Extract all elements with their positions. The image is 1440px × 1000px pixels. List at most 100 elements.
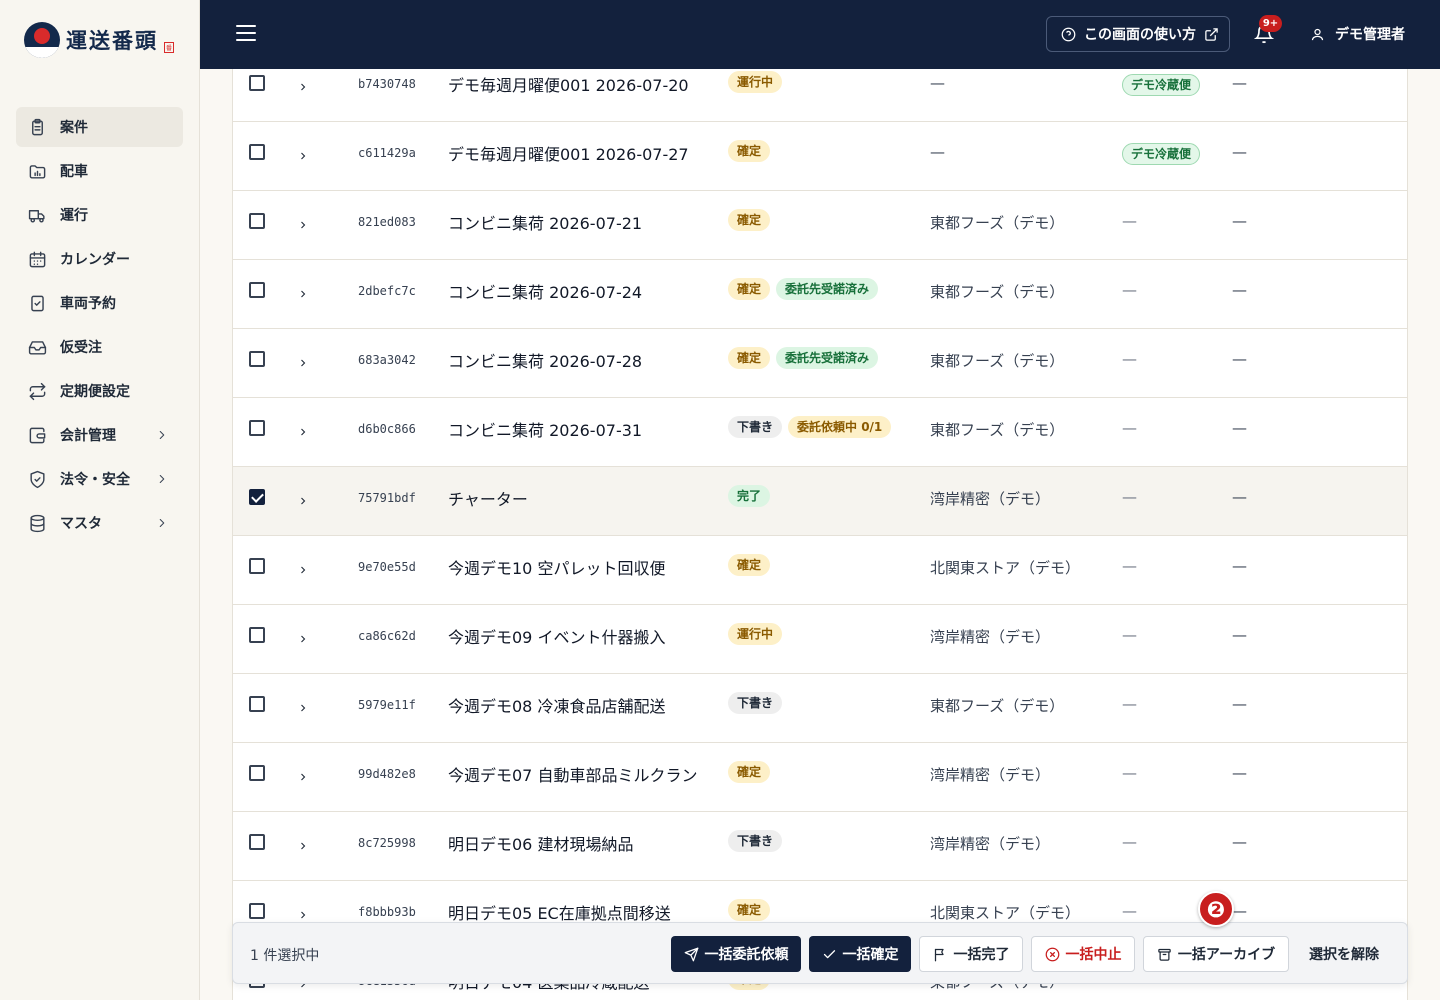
bulk-complete-button[interactable]: 一括完了 xyxy=(919,936,1023,972)
chevron-right-icon xyxy=(159,518,165,528)
row-checkbox[interactable] xyxy=(249,75,265,91)
row-checkbox[interactable] xyxy=(249,144,265,160)
case-title[interactable]: コンビニ集荷 2026-07-28 xyxy=(448,348,642,372)
status-badge: 運行中 xyxy=(728,71,783,93)
row-checkbox[interactable] xyxy=(249,420,265,436)
logo-emblem-icon xyxy=(24,22,60,58)
row-checkbox[interactable] xyxy=(249,282,265,298)
chevron-right-icon[interactable] xyxy=(297,699,309,712)
chevron-right-icon[interactable] xyxy=(297,354,309,367)
case-code: b7430748 xyxy=(358,77,416,91)
sidebar-item-5[interactable]: 仮受注 xyxy=(16,327,183,367)
sidebar-item-9[interactable]: マスタ xyxy=(16,503,183,543)
bulk-request-button[interactable]: 一括委託依頼 xyxy=(671,936,801,972)
cell-value: — xyxy=(1122,350,1137,368)
status-badges: 確定 委託先受諾済み xyxy=(728,278,879,300)
case-title[interactable]: コンビニ集荷 2026-07-24 xyxy=(448,279,642,303)
chevron-right-icon[interactable] xyxy=(297,492,309,505)
route-cell: — xyxy=(1122,695,1137,713)
chevron-right-icon[interactable] xyxy=(297,78,309,91)
row-checkbox[interactable] xyxy=(249,834,265,850)
case-title[interactable]: チャーター xyxy=(448,486,528,510)
case-title[interactable]: 明日デモ05 EC在庫拠点間移送 xyxy=(448,900,671,924)
client-name: 湾岸精密（デモ） xyxy=(930,766,1051,784)
table-row[interactable]: 99d482e8 今週デモ07 自動車部品ミルクラン 確定 湾岸精密（デモ） — — xyxy=(233,743,1407,812)
chevron-right-icon[interactable] xyxy=(297,285,309,298)
table-row[interactable]: 821ed083 コンビニ集荷 2026-07-21 確定 東都フーズ（デモ） — — xyxy=(233,191,1407,260)
case-code: 2dbefc7c xyxy=(358,284,416,298)
bulk-archive-button[interactable]: 一括アーカイブ xyxy=(1143,936,1289,972)
top-header: この画面の使い方 9+ デモ管理者 xyxy=(200,0,1440,69)
case-title[interactable]: デモ毎週月曜便001 2026-07-20 xyxy=(448,72,689,96)
case-title[interactable]: コンビニ集荷 2026-07-21 xyxy=(448,210,642,234)
step-marker: ❷ xyxy=(1198,891,1234,927)
sidebar-item-label: 車両予約 xyxy=(60,296,116,312)
table-row[interactable]: ca86c62d 今週デモ09 イベント什器搬入 運行中 湾岸精密（デモ） — — xyxy=(233,605,1407,674)
sidebar-item-label: 会計管理 xyxy=(60,428,116,444)
bulk-confirm-button[interactable]: 一括確定 xyxy=(809,936,911,972)
row-checkbox[interactable] xyxy=(249,696,265,712)
row-checkbox[interactable] xyxy=(249,765,265,781)
sidebar-item-2[interactable]: 運行 xyxy=(16,195,183,235)
sidebar-item-0[interactable]: 案件 xyxy=(16,107,183,147)
sidebar-item-7[interactable]: 会計管理 xyxy=(16,415,183,455)
app-logo[interactable]: 運送番頭 番 xyxy=(24,22,175,58)
bulk-cancel-label: 一括中止 xyxy=(1065,947,1122,963)
client-name: 湾岸精密（デモ） xyxy=(930,835,1051,853)
case-title[interactable]: 明日デモ06 建材現場納品 xyxy=(448,831,633,855)
row-checkbox[interactable] xyxy=(249,627,265,643)
case-title[interactable]: デモ毎週月曜便001 2026-07-27 xyxy=(448,141,689,165)
chevron-right-icon[interactable] xyxy=(297,837,309,850)
table-row[interactable]: d6b0c866 コンビニ集荷 2026-07-31 下書き 委託依頼中 0/1 東都フ… xyxy=(233,398,1407,467)
chevron-right-icon[interactable] xyxy=(297,423,309,436)
table-row[interactable]: 9e70e55d 今週デモ10 空パレット回収便 確定 北関東ストア（デモ） — — xyxy=(233,536,1407,605)
chevron-right-icon[interactable] xyxy=(297,216,309,229)
chevron-right-icon[interactable] xyxy=(297,906,309,919)
table-row[interactable]: 5979e11f 今週デモ08 冷凍食品店舗配送 下書き 東都フーズ（デモ） — — xyxy=(233,674,1407,743)
table-row[interactable]: 8c725998 明日デモ06 建材現場納品 下書き 湾岸精密（デモ） — — xyxy=(233,812,1407,881)
sidebar-item-label: 配車 xyxy=(60,164,88,180)
row-checkbox[interactable] xyxy=(249,903,265,919)
cell-value: — xyxy=(1232,74,1247,92)
chevron-right-icon xyxy=(159,430,165,440)
dispatch-icon xyxy=(29,164,46,179)
chevron-right-icon[interactable] xyxy=(297,768,309,781)
menu-toggle-icon[interactable] xyxy=(236,25,256,43)
case-title[interactable]: 今週デモ10 空パレット回収便 xyxy=(448,555,665,579)
sidebar-item-8[interactable]: 法令・安全 xyxy=(16,459,183,499)
cell-value: — xyxy=(1232,764,1247,782)
case-title[interactable]: 今週デモ07 自動車部品ミルクラン xyxy=(448,762,697,786)
sidebar-item-6[interactable]: 定期便設定 xyxy=(16,371,183,411)
case-title[interactable]: コンビニ集荷 2026-07-31 xyxy=(448,417,642,441)
route-tag: デモ冷蔵便 xyxy=(1122,74,1201,96)
clipboard-icon xyxy=(32,118,43,135)
table-row[interactable]: 2dbefc7c コンビニ集荷 2026-07-24 確定 委託先受諾済み 東都フーズ（… xyxy=(233,260,1407,329)
row-checkbox[interactable] xyxy=(249,351,265,367)
sidebar-item-3[interactable]: カレンダー xyxy=(16,239,183,279)
status-badge: 確定 xyxy=(728,347,771,369)
table-row[interactable]: c611429a デモ毎週月曜便001 2026-07-27 確定 — デモ冷蔵便 — xyxy=(233,122,1407,191)
row-checkbox[interactable] xyxy=(249,213,265,229)
question-circle-icon xyxy=(1061,27,1076,41)
table-row[interactable]: 75791bdf チャーター 完了 湾岸精密（デモ） — — xyxy=(233,467,1407,536)
user-menu[interactable]: デモ管理者 xyxy=(1310,24,1405,44)
sidebar-item-4[interactable]: 車両予約 xyxy=(16,283,183,323)
cell-value: — xyxy=(1232,695,1247,713)
case-title[interactable]: 今週デモ09 イベント什器搬入 xyxy=(448,624,665,648)
chevron-right-icon[interactable] xyxy=(297,630,309,643)
table-row[interactable]: 683a3042 コンビニ集荷 2026-07-28 確定 委託先受諾済み 東都フーズ（… xyxy=(233,329,1407,398)
row-checkbox[interactable] xyxy=(249,558,265,574)
status-badges: 完了 xyxy=(728,485,771,507)
status-badges: 確定 委託先受諾済み xyxy=(728,347,879,369)
status-badges: 下書き xyxy=(728,692,783,714)
chevron-right-icon[interactable] xyxy=(297,147,309,160)
help-button[interactable]: この画面の使い方 xyxy=(1046,16,1230,52)
clear-selection-button[interactable]: 選択を解除 xyxy=(1297,936,1391,972)
row-checkbox[interactable] xyxy=(249,489,265,505)
chevron-right-icon[interactable] xyxy=(297,561,309,574)
table-row[interactable]: b7430748 デモ毎週月曜便001 2026-07-20 運行中 — デモ冷蔵便 — xyxy=(233,69,1407,122)
case-title[interactable]: 今週デモ08 冷凍食品店舗配送 xyxy=(448,693,665,717)
sidebar-item-1[interactable]: 配車 xyxy=(16,151,183,191)
bulk-cancel-button[interactable]: 一括中止 xyxy=(1031,936,1135,972)
route-cell: — xyxy=(1122,212,1137,230)
